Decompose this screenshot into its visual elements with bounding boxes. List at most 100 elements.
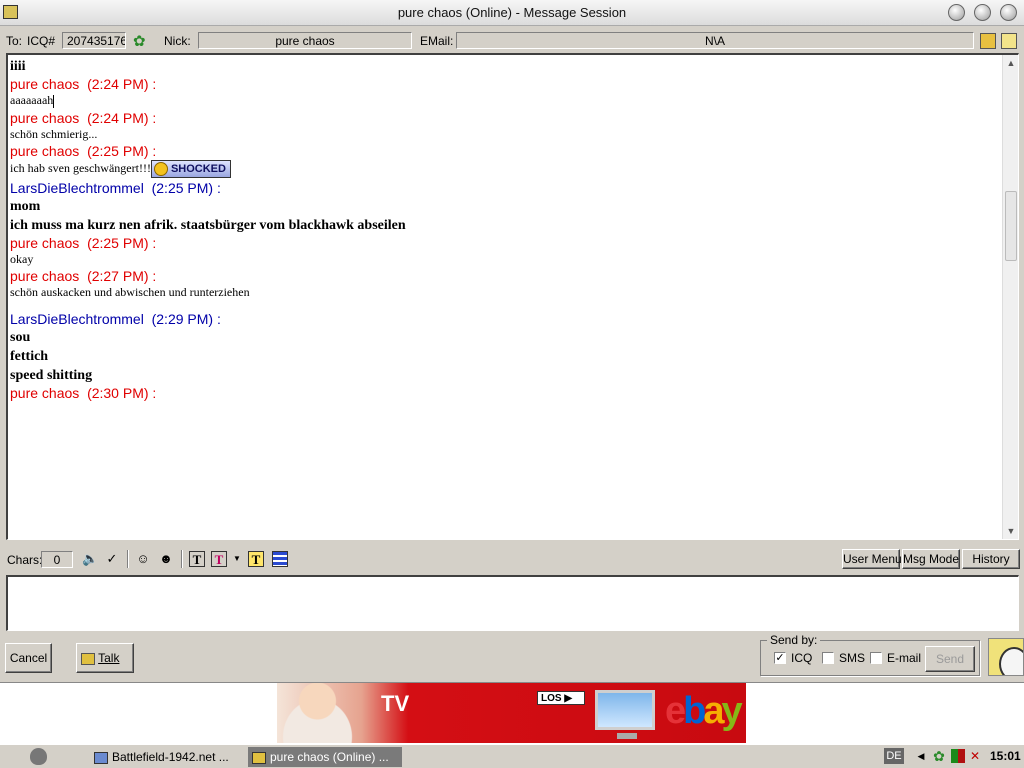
tray-expand-arrow-icon[interactable]: ◀ bbox=[914, 749, 928, 763]
ebay-logo: ebay bbox=[665, 689, 743, 733]
header-colon: : bbox=[213, 310, 221, 327]
icq-flower-icon[interactable]: ✿ bbox=[133, 32, 146, 50]
message-timestamp: (2:27 PM) bbox=[87, 267, 149, 284]
message-text: schön schmierig... bbox=[10, 127, 1000, 141]
conversation-log: iiii pure chaos (2:24 PM) : aaaaaaah pure c… bbox=[10, 57, 1000, 402]
message-text: aaaaaaah bbox=[10, 93, 1000, 108]
sender-name: LarsDieBlechtrommel bbox=[10, 179, 144, 196]
toolbar-separator bbox=[181, 550, 183, 568]
message-text: ich hab sven geschwängert!!! SHOCKED bbox=[10, 159, 1000, 178]
message-header: pure chaos (2:24 PM) : bbox=[10, 76, 1000, 93]
message-body: speed shitting bbox=[10, 367, 93, 383]
message-body: okay bbox=[10, 251, 34, 266]
taskbar: Battlefield-1942.net ... pure chaos (Onl… bbox=[0, 744, 1024, 768]
chat-scrollbar[interactable]: ▲ ▼ bbox=[1002, 55, 1018, 539]
avatar-face-icon bbox=[999, 647, 1023, 675]
message-settings-icon[interactable] bbox=[272, 551, 288, 567]
ad-person-image bbox=[277, 683, 367, 743]
nick-field[interactable]: pure chaos bbox=[198, 32, 412, 49]
chars-counter: 0 bbox=[41, 551, 73, 568]
message-timestamp: (2:30 PM) bbox=[87, 384, 149, 401]
message-text: ich muss ma kurz nen afrik. staatsbürger… bbox=[10, 216, 1000, 235]
title-bar[interactable]: pure chaos (Online) - Message Session bbox=[0, 0, 1024, 26]
chars-label: Chars: bbox=[7, 553, 43, 567]
cancel-button[interactable]: Cancel bbox=[5, 643, 52, 673]
message-body: ich hab sven geschwängert!!! bbox=[10, 160, 151, 175]
message-text: schön auskacken und abwischen und runter… bbox=[10, 285, 1000, 299]
ad-los-button[interactable]: LOS ▶ bbox=[537, 691, 585, 705]
contact-avatar bbox=[988, 638, 1024, 676]
msg-mode-button[interactable]: Msg Mode bbox=[902, 549, 960, 569]
browser-icon bbox=[94, 751, 108, 764]
icq-checkbox[interactable]: ✓ bbox=[774, 652, 786, 664]
message-body: fettich bbox=[10, 348, 49, 364]
message-header: pure chaos (2:24 PM) : bbox=[10, 110, 1000, 127]
message-timestamp: (2:24 PM) bbox=[87, 109, 149, 126]
nick-label: Nick: bbox=[164, 34, 191, 48]
scrollbar-thumb[interactable] bbox=[1005, 191, 1017, 261]
message-timestamp: (2:24 PM) bbox=[87, 76, 149, 92]
apple-menu-icon[interactable] bbox=[30, 748, 47, 765]
sender-name: pure chaos bbox=[10, 76, 80, 92]
header-colon: : bbox=[148, 76, 157, 92]
sender-name: pure chaos bbox=[10, 384, 80, 401]
font-color-icon[interactable]: T bbox=[211, 551, 227, 567]
header-colon: : bbox=[148, 384, 157, 401]
message-body: ich muss ma kurz nen afrik. staatsbürger… bbox=[10, 217, 406, 233]
email-field[interactable]: N\A bbox=[456, 32, 974, 49]
ebay-logo-letter: a bbox=[703, 690, 724, 732]
history-button[interactable]: History bbox=[962, 549, 1020, 569]
compose-toolbar: Chars: 0 🔈 ✓ ☺ ☻ T T ▼ T User Menu Msg M… bbox=[0, 548, 1024, 572]
taskbar-item-message-session[interactable]: pure chaos (Online) ... bbox=[248, 747, 402, 767]
font-icon[interactable]: T bbox=[189, 551, 205, 567]
language-indicator[interactable]: DE bbox=[884, 748, 904, 764]
smiley-icon[interactable]: ☺ bbox=[135, 551, 151, 567]
send-button[interactable]: Send bbox=[925, 646, 975, 672]
ad-tv-stand bbox=[617, 733, 637, 739]
shocked-face-icon bbox=[153, 161, 168, 176]
contact-header: To: ICQ# 207435176 ✿ Nick: pure chaos EM… bbox=[0, 30, 1024, 52]
icq-number-field[interactable]: 207435176 bbox=[62, 32, 126, 49]
scroll-up-arrow-icon[interactable]: ▲ bbox=[1003, 55, 1018, 71]
volume-muted-icon[interactable]: ✕ bbox=[968, 749, 982, 763]
ad-tv-screen-image bbox=[595, 690, 655, 730]
sender-name: LarsDieBlechtrommel bbox=[10, 310, 144, 327]
greeting-card-icon[interactable]: ☻ bbox=[158, 551, 174, 567]
user-menu-button[interactable]: User Menu bbox=[842, 549, 902, 569]
taskbar-item-label: pure chaos (Online) ... bbox=[270, 750, 389, 764]
background-color-icon[interactable]: T bbox=[248, 551, 264, 567]
chat-history[interactable]: iiii pure chaos (2:24 PM) : aaaaaaah pure c… bbox=[6, 53, 1019, 540]
minimize-button[interactable] bbox=[948, 4, 965, 21]
ebay-ad-banner[interactable]: TV LOS ▶ ebay bbox=[277, 683, 746, 743]
talk-button[interactable]: Talk bbox=[76, 643, 134, 673]
message-body: mom bbox=[10, 198, 41, 214]
shocked-emoticon: SHOCKED bbox=[150, 159, 231, 178]
sound-icon[interactable]: 🔈 bbox=[82, 551, 98, 567]
email-checkbox-label: E-mail bbox=[887, 651, 922, 665]
user-info-icon[interactable] bbox=[980, 33, 996, 49]
header-colon: : bbox=[148, 267, 157, 284]
ebay-logo-letter: y bbox=[721, 690, 743, 732]
header-colon: : bbox=[148, 234, 157, 251]
message-text: iiii bbox=[10, 57, 1000, 76]
message-body: iiii bbox=[10, 59, 26, 74]
scroll-down-arrow-icon[interactable]: ▼ bbox=[1003, 523, 1018, 539]
text-cursor bbox=[53, 94, 55, 108]
maximize-button[interactable] bbox=[974, 4, 991, 21]
font-color-dropdown-icon[interactable]: ▼ bbox=[232, 551, 242, 567]
clock: 15:01 bbox=[990, 749, 1021, 763]
close-button[interactable] bbox=[1000, 4, 1017, 21]
notes-icon[interactable] bbox=[1001, 33, 1017, 49]
taskbar-item-battlefield[interactable]: Battlefield-1942.net ... bbox=[90, 747, 233, 767]
message-timestamp: (2:25 PM) bbox=[151, 179, 214, 196]
network-status-icon[interactable] bbox=[951, 749, 965, 763]
spellcheck-icon[interactable]: ✓ bbox=[104, 551, 120, 567]
icq-tray-icon[interactable]: ✿ bbox=[932, 749, 946, 763]
message-body: sou bbox=[10, 329, 31, 345]
message-body: schön schmierig... bbox=[10, 126, 98, 141]
message-header: pure chaos (2:30 PM) : bbox=[10, 385, 1000, 402]
message-input[interactable] bbox=[6, 575, 1019, 631]
send-by-legend: Send by: bbox=[767, 633, 821, 647]
sms-checkbox[interactable] bbox=[822, 652, 834, 664]
email-checkbox[interactable] bbox=[870, 652, 882, 664]
